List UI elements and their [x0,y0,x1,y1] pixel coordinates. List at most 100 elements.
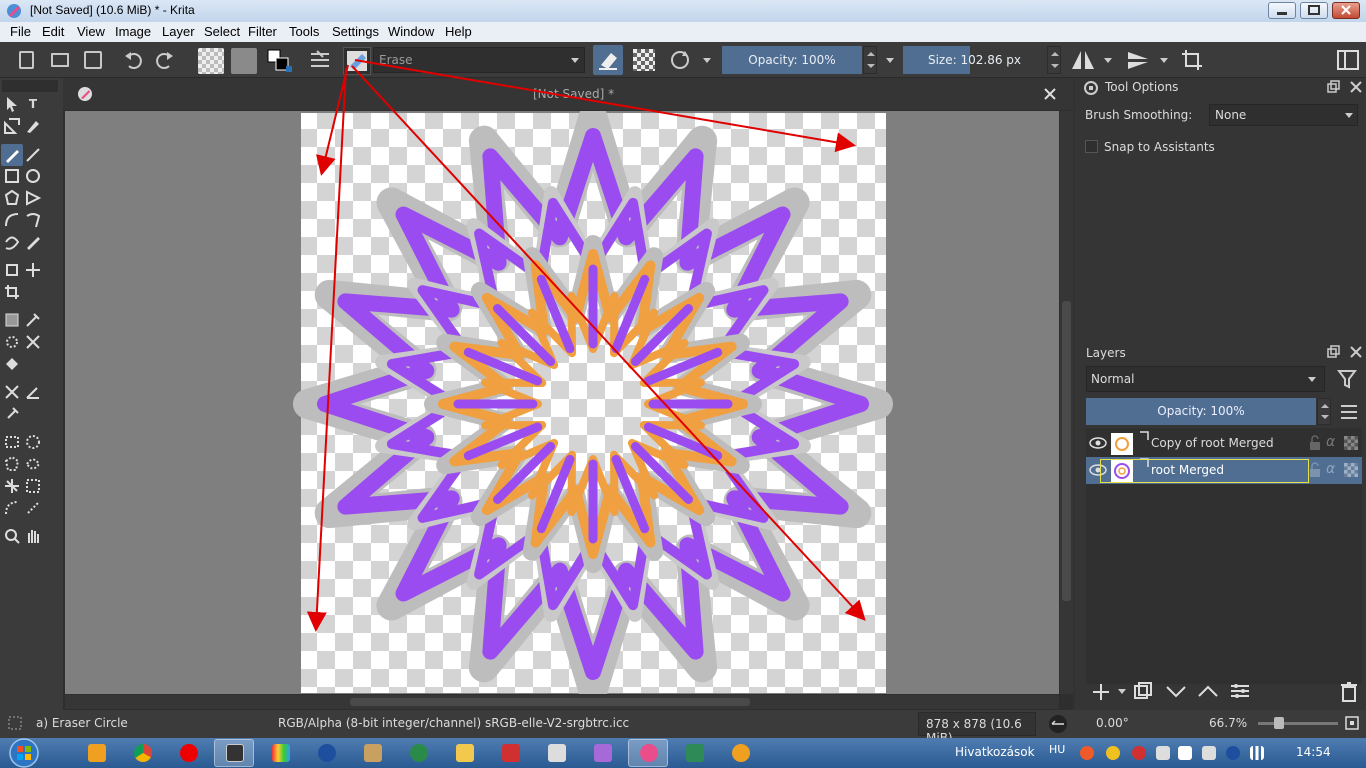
brush-smoothing-select[interactable]: None [1209,104,1358,126]
menu-view[interactable]: View [77,24,105,39]
zoom-slider[interactable] [1258,722,1338,725]
inherit-alpha-icon[interactable] [1344,436,1358,450]
line-tool-icon[interactable] [24,146,42,164]
size-slider[interactable]: Size: 102.86 px [903,46,1046,74]
move-tool-icon[interactable] [24,261,42,279]
globe-icon[interactable] [410,744,428,762]
rect-select-icon[interactable] [3,433,21,451]
filter-icon[interactable] [1337,368,1359,392]
calendar-icon[interactable] [548,744,566,762]
menu-select[interactable]: Select [204,24,240,39]
calligraphy-icon[interactable] [24,117,42,135]
gradient-tool-icon[interactable] [3,311,21,329]
app-icon[interactable] [364,744,382,762]
brush-settings-icon[interactable] [309,50,331,70]
menu-edit[interactable]: Edit [42,24,64,39]
transform-tool-icon[interactable] [3,261,21,279]
layer-properties-icon[interactable] [1229,681,1251,701]
rotation-reset-icon[interactable] [1046,713,1070,735]
save-icon[interactable] [84,51,102,69]
app-icon[interactable] [732,744,750,762]
eraser-mode-button[interactable] [593,45,623,75]
ellipse-tool-icon[interactable] [24,167,42,185]
delete-layer-icon[interactable] [1339,681,1359,703]
brush-preset-field[interactable]: Erase [373,47,585,73]
freehand-select-icon[interactable] [24,455,42,473]
maximize-button[interactable] [1300,2,1328,19]
tray-icon[interactable] [1106,746,1120,760]
new-document-icon[interactable] [19,51,34,69]
freehand-path-icon[interactable] [24,211,42,229]
network-icon[interactable] [1250,746,1264,760]
mirror-horizontal-icon[interactable] [1070,48,1096,72]
pan-tool-icon[interactable] [24,527,42,545]
crop-icon[interactable] [1180,48,1204,72]
chevron-down-icon[interactable] [1117,688,1127,696]
menu-layer[interactable]: Layer [162,24,195,39]
reference-images-icon[interactable] [3,405,21,423]
layer-row[interactable]: Copy of root Merged α [1086,430,1362,457]
polygon-select-icon[interactable] [3,455,21,473]
menu-filter[interactable]: Filter [248,24,277,39]
chevron-down-icon[interactable] [885,57,895,65]
layer-row[interactable]: root Merged α [1086,457,1362,484]
layer-menu-icon[interactable] [1339,403,1359,421]
select-shapes-icon[interactable] [3,95,21,113]
paint-app-icon[interactable] [272,744,290,762]
canvas-only-icon[interactable] [1344,715,1360,731]
crop-tool-icon[interactable] [3,283,21,301]
move-layer-up-icon[interactable] [1197,681,1219,701]
folder-icon[interactable] [456,744,474,762]
float-docker-icon[interactable] [1326,345,1340,359]
duplicate-layer-icon[interactable] [1133,681,1155,701]
polyline-tool-icon[interactable] [24,189,42,207]
move-layer-down-icon[interactable] [1165,681,1187,701]
mirror-dropdown-icon[interactable] [702,57,712,65]
tray-icon[interactable] [1132,746,1146,760]
assistant-tool-icon[interactable] [3,383,21,401]
redo-icon[interactable] [155,50,175,70]
opacity-slider[interactable]: Opacity: 100% [722,46,862,74]
links-toolbar-label[interactable]: Hivatkozások [955,745,1035,759]
menu-tools[interactable]: Tools [289,24,319,39]
bluetooth-icon[interactable] [318,744,336,762]
menu-file[interactable]: File [10,24,31,39]
wrap-around-icon[interactable] [668,49,692,71]
lock-icon[interactable] [1308,462,1322,478]
similar-select-icon[interactable] [24,477,42,495]
lock-icon[interactable] [1308,435,1322,451]
mirror-vertical-icon[interactable] [1125,48,1151,72]
alpha-lock-icon[interactable]: α [1326,461,1335,477]
magnetic-select-icon[interactable] [24,499,42,517]
horizontal-scrollbar[interactable] [65,695,1059,709]
app-icon[interactable] [502,744,520,762]
add-layer-icon[interactable] [1091,682,1113,702]
layer-opacity-slider[interactable]: Opacity: 100% [1086,398,1316,425]
multibrush-icon[interactable] [24,233,42,251]
chevron-down-icon[interactable] [1103,57,1113,65]
close-docker-icon[interactable] [1349,80,1363,94]
opacity-spinner[interactable] [863,46,877,74]
inherit-alpha-icon[interactable] [1344,463,1358,477]
vertical-scroll-thumb[interactable] [1062,301,1071,601]
fill-tool-icon[interactable] [3,355,21,373]
colorize-mask-icon[interactable] [3,333,21,351]
bluetooth-tray-icon[interactable] [1226,746,1240,760]
alpha-lock-icon[interactable]: α [1326,434,1335,450]
tray-icon[interactable] [1202,746,1216,760]
open-document-icon[interactable] [51,53,69,67]
blend-mode-select[interactable]: Normal [1086,366,1325,392]
menu-window[interactable]: Window [388,24,434,39]
opera-icon[interactable] [180,744,198,762]
rectangle-tool-icon[interactable] [3,167,21,185]
media-player-icon[interactable] [88,744,106,762]
ellipse-select-icon[interactable] [24,433,42,451]
float-docker-icon[interactable] [1326,80,1340,94]
close-docker-icon[interactable] [1349,345,1363,359]
krita-taskbar-icon[interactable] [640,744,658,762]
smart-patch-icon[interactable] [24,333,42,351]
language-indicator[interactable]: HU [1049,743,1065,756]
contiguous-select-icon[interactable] [3,477,21,495]
size-spinner[interactable] [1047,46,1061,74]
bezier-select-icon[interactable] [3,499,21,517]
